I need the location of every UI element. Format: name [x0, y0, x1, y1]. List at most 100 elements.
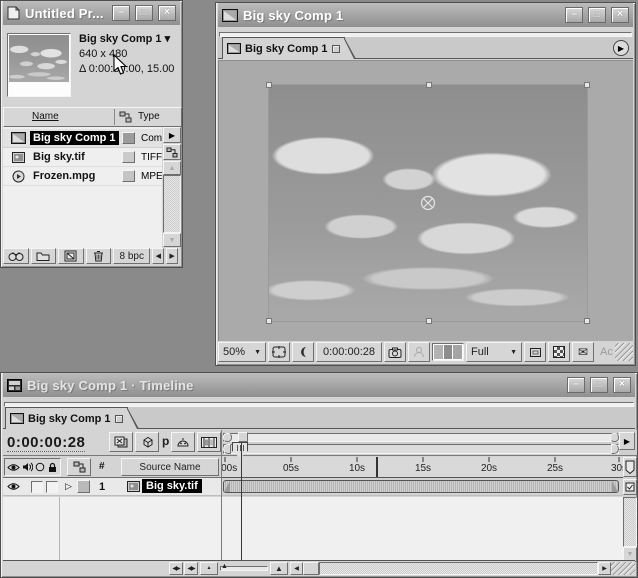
navigator-menu-button[interactable]: ▶ [619, 432, 635, 450]
layer-duration-bar[interactable] [223, 480, 619, 493]
work-area-bar[interactable] [223, 444, 619, 454]
project-row-mpg[interactable]: Frozen.mpg MPEG [3, 167, 162, 186]
tab-close-icon[interactable] [332, 45, 340, 53]
selection-handle-topleft[interactable] [266, 82, 272, 88]
navigator-time-marker[interactable] [238, 432, 248, 442]
find-button[interactable] [3, 248, 29, 264]
navigator-start-handle[interactable] [223, 433, 232, 442]
channel-bars[interactable] [432, 343, 464, 361]
comp-marker-bin[interactable] [623, 457, 637, 477]
audio-speaker-icon[interactable] [22, 462, 33, 472]
project-item-name[interactable]: Big sky.tif [33, 151, 85, 163]
comp-flowchart-button[interactable] [109, 432, 133, 452]
scroll-up-button[interactable]: ▲ [163, 161, 181, 175]
pan-behind-button[interactable]: ◀▶ [169, 562, 183, 575]
layer-name[interactable]: Big sky.tif [142, 479, 202, 493]
layer-color-swatch[interactable] [77, 480, 90, 493]
active-camera-select[interactable]: Active Ca [596, 346, 613, 358]
selection-handle-bottomleft[interactable] [266, 318, 272, 324]
selection-handle-bottomright[interactable] [584, 318, 590, 324]
eye-icon[interactable] [7, 463, 20, 472]
eye-icon[interactable] [7, 482, 20, 491]
flowchart-view-button[interactable] [163, 144, 181, 160]
info-flyout-caret-icon[interactable]: ▾ [165, 33, 171, 45]
layer-in-handle[interactable] [224, 481, 230, 492]
zoom-slider-thumb[interactable]: ▲ [221, 563, 228, 570]
magnification-select[interactable]: 50% ▼ [218, 342, 266, 362]
minimize-button[interactable]: – [112, 5, 130, 21]
audio-toggle-cell[interactable] [31, 481, 43, 493]
close-button[interactable]: × [611, 7, 629, 23]
blue-channel-bar[interactable] [453, 345, 462, 359]
maximize-button[interactable]: □ [588, 7, 606, 23]
maximize-button[interactable]: □ [135, 5, 153, 21]
layer-row[interactable]: ▷ 1 Big sky.tif [3, 478, 221, 496]
pan-view-button[interactable]: ◀▶ [184, 562, 198, 575]
work-area-end-handle[interactable] [611, 444, 619, 454]
hscroll-left-button[interactable]: ◀ [152, 248, 164, 264]
label-color-swatch[interactable] [122, 132, 135, 144]
tab-menu-button[interactable]: ▶ [613, 40, 629, 56]
timeline-current-time[interactable]: 0:00:00:28 [7, 434, 85, 452]
transparency-grid-button[interactable] [548, 342, 570, 362]
timeline-vscroll[interactable]: ▼ [623, 497, 637, 562]
expand-arrow-icon[interactable]: ▷ [65, 481, 72, 492]
navigator-end-handle[interactable] [610, 433, 619, 442]
lock-icon[interactable] [47, 462, 58, 473]
snapshot-camera-button[interactable] [384, 342, 406, 362]
maximize-button[interactable]: □ [590, 377, 608, 393]
close-button[interactable]: × [613, 377, 631, 393]
switches-modes-button[interactable] [67, 458, 91, 476]
current-time-indicator-line[interactable] [241, 443, 242, 562]
hscroll-track[interactable] [319, 562, 598, 575]
hide-shy-layers-button[interactable] [171, 432, 195, 452]
project-vscroll-track[interactable] [163, 175, 181, 233]
minimize-button[interactable]: – [567, 377, 585, 393]
label-color-swatch[interactable] [122, 170, 135, 182]
hscroll-right-button[interactable]: ▶ [166, 248, 178, 264]
time-ruler[interactable]: 0:00s 05s 10s 15s 20s 25s 30s [221, 457, 623, 478]
label-color-swatch[interactable] [122, 151, 135, 163]
minimize-button[interactable]: – [565, 7, 583, 23]
red-channel-bar[interactable] [434, 345, 443, 359]
safe-zones-button[interactable] [268, 342, 290, 362]
ruler-marker[interactable] [376, 457, 378, 478]
panel-divider[interactable] [221, 430, 222, 562]
current-time-button[interactable]: 0:00:00:28 [316, 342, 382, 362]
new-composition-button[interactable] [58, 248, 84, 264]
frame-blending-button2[interactable] [197, 432, 221, 452]
draft-3d-button[interactable] [135, 432, 159, 452]
comp-tab[interactable]: Big sky Comp 1 [222, 37, 345, 59]
lock-toggle-cell[interactable] [46, 481, 58, 493]
green-channel-bar[interactable] [444, 345, 453, 359]
comp-toggles-button[interactable] [623, 479, 637, 495]
close-button[interactable]: × [158, 5, 176, 21]
time-navigator-track[interactable] [223, 433, 619, 442]
show-snapshot-button[interactable] [408, 342, 430, 362]
layer-out-handle[interactable] [612, 481, 618, 492]
work-area-start-handle[interactable] [223, 444, 231, 454]
scroll-down-button[interactable]: ▼ [163, 233, 181, 247]
column-header-type[interactable]: Type [138, 111, 160, 122]
comp-resize-grip[interactable] [615, 343, 633, 361]
timeline-tab[interactable]: Big sky Comp 1 [5, 407, 128, 429]
bit-depth-button[interactable]: 8 bpc [113, 248, 150, 264]
selection-handle-bottom[interactable] [426, 318, 432, 324]
anchor-point-icon[interactable] [420, 195, 436, 211]
mask-visibility-button[interactable] [292, 342, 314, 362]
hscroll-left-button[interactable]: ◀ [290, 562, 303, 575]
project-titlebar[interactable]: Untitled Pr... – □ × [3, 1, 180, 25]
region-of-interest-button[interactable] [524, 342, 546, 362]
selection-handle-top[interactable] [426, 82, 432, 88]
project-row-comp[interactable]: Big sky Comp 1 Comp [3, 129, 162, 148]
source-name-header[interactable]: Source Name [121, 458, 219, 476]
hscroll-thumb[interactable] [303, 562, 319, 575]
timeline-resize-grip[interactable] [611, 562, 635, 575]
project-item-name[interactable]: Big sky Comp 1 [30, 131, 119, 145]
panel-menu-button[interactable]: ▶ [163, 127, 181, 143]
current-time-indicator-thumb[interactable] [232, 442, 248, 458]
zoom-out-button[interactable]: ▲ [200, 562, 218, 575]
pixel-aspect-button[interactable]: ✉ [572, 342, 594, 362]
zoom-in-button[interactable]: ▲ [270, 562, 288, 575]
flowchart-parent-icon[interactable] [119, 111, 132, 123]
